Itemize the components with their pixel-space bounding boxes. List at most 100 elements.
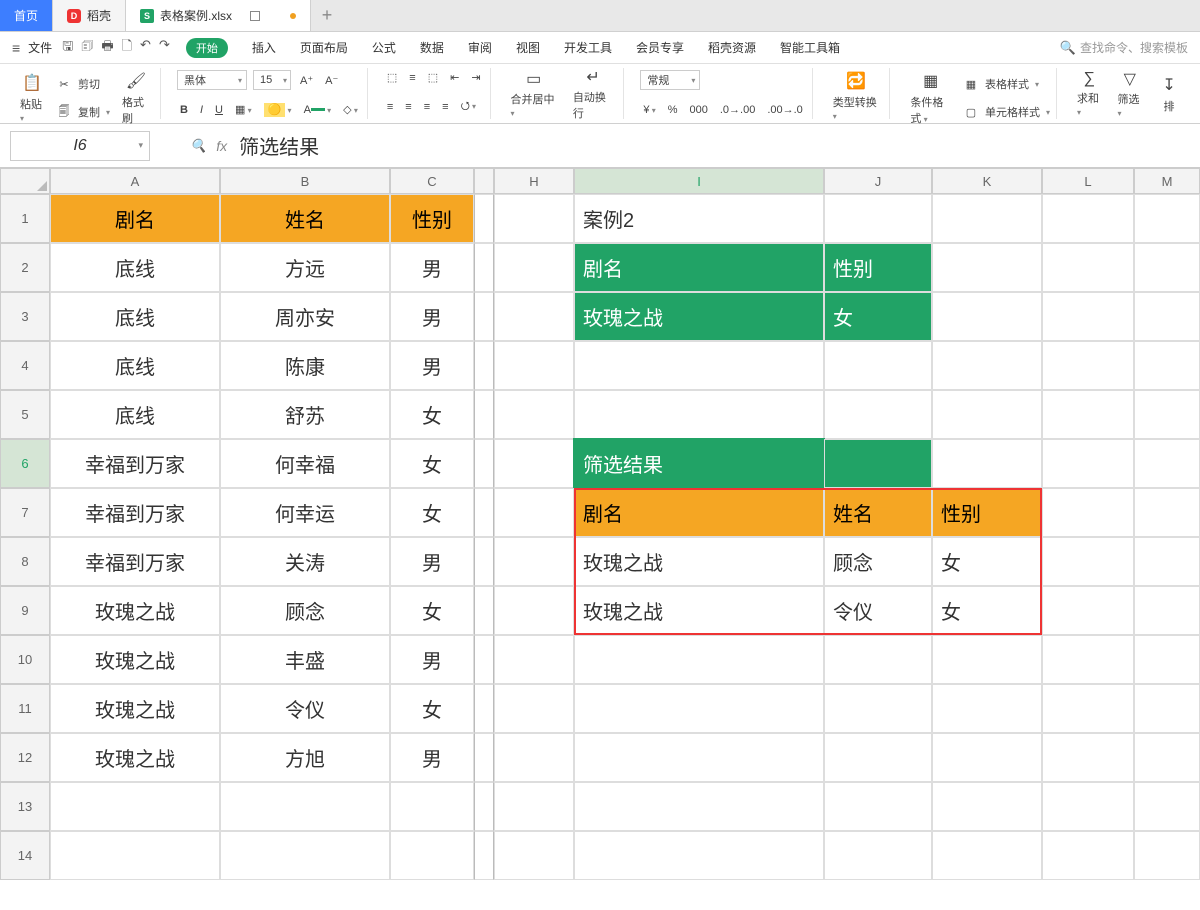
cell-M1[interactable] [1134,194,1200,243]
cell-A3[interactable]: 底线 [50,292,220,341]
table-style-button[interactable]: ▦表格样式 [963,76,1050,92]
cell-K6[interactable] [932,439,1042,488]
menu-vip[interactable]: 会员专享 [636,39,684,56]
col-header-J[interactable]: J [824,168,932,194]
row-header-6[interactable]: 6 [0,439,50,488]
align-right-button[interactable]: ≡ [421,100,433,114]
clear-format-button[interactable]: ◇ [340,102,361,117]
menu-res[interactable]: 稻壳资源 [708,39,756,56]
col-header-K[interactable]: K [932,168,1042,194]
cell-J4[interactable] [824,341,932,390]
cell-C14[interactable] [390,831,474,880]
align-top-button[interactable]: ⬚ [384,70,400,85]
cell-I3[interactable]: 玫瑰之战 [574,292,824,341]
col-header-L[interactable]: L [1042,168,1134,194]
cell-B3[interactable]: 周亦安 [220,292,390,341]
align-left-button[interactable]: ≡ [384,100,396,114]
cell-L10[interactable] [1042,635,1134,684]
cell-J3[interactable]: 女 [824,292,932,341]
cell-style-button[interactable]: ▢单元格样式 [963,104,1050,120]
cell-K12[interactable] [932,733,1042,782]
cell-L7[interactable] [1042,488,1134,537]
cell-K1[interactable] [932,194,1042,243]
row-header-9[interactable]: 9 [0,586,50,635]
row-header-10[interactable]: 10 [0,635,50,684]
cell-C1[interactable]: 性别 [390,194,474,243]
align-bottom-button[interactable]: ⬚ [425,70,441,85]
row-header-3[interactable]: 3 [0,292,50,341]
sort-button[interactable]: ↧排 [1154,70,1184,117]
cell-A10[interactable]: 玫瑰之战 [50,635,220,684]
cell-C8[interactable]: 男 [390,537,474,586]
cell-L12[interactable] [1042,733,1134,782]
fill-color-button[interactable]: 🟡 [261,102,295,117]
cell-A12[interactable]: 玫瑰之战 [50,733,220,782]
row-header-14[interactable]: 14 [0,831,50,880]
wrap-text-button[interactable]: ↵自动换行 [569,70,618,117]
print-icon[interactable]: 🖶 [101,37,113,59]
cell-L13[interactable] [1042,782,1134,831]
menu-review[interactable]: 审阅 [468,39,492,56]
cell-B10[interactable]: 丰盛 [220,635,390,684]
align-middle-button[interactable]: ≡ [406,71,418,85]
cell-C10[interactable]: 男 [390,635,474,684]
cell-L2[interactable] [1042,243,1134,292]
menu-view[interactable]: 视图 [516,39,540,56]
row-header-11[interactable]: 11 [0,684,50,733]
row-header-8[interactable]: 8 [0,537,50,586]
cell-B2[interactable]: 方远 [220,243,390,292]
command-search[interactable]: 🔍 查找命令、搜索模板 [1060,39,1188,56]
cell-A1[interactable]: 剧名 [50,194,220,243]
row-header-5[interactable]: 5 [0,390,50,439]
menu-insert[interactable]: 插入 [252,39,276,56]
cell-B12[interactable]: 方旭 [220,733,390,782]
orientation-button[interactable]: ⭯ [458,96,480,117]
cell-L5[interactable] [1042,390,1134,439]
inc-decimal-button[interactable]: .0→.00 [717,103,758,117]
grow-font-button[interactable]: A⁺ [297,73,316,88]
conditional-format-button[interactable]: ▦条件格式 [906,70,955,126]
cut-button[interactable]: ✂剪切 [56,76,110,92]
cell-J6[interactable] [824,439,932,488]
row-header-13[interactable]: 13 [0,782,50,831]
undo-icon[interactable]: ↶ [140,37,151,59]
cell-C9[interactable]: 女 [390,586,474,635]
cell-K2[interactable] [932,243,1042,292]
cell-C11[interactable]: 女 [390,684,474,733]
indent-inc-button[interactable]: ⇥ [468,70,483,85]
cell-I4[interactable] [574,341,824,390]
cell-M7[interactable] [1134,488,1200,537]
cell-J1[interactable] [824,194,932,243]
print-preview-icon[interactable]: 🗋 [122,37,132,59]
col-header-M[interactable]: M [1134,168,1200,194]
cell-B5[interactable]: 舒苏 [220,390,390,439]
name-box[interactable]: I6▾ [10,131,150,161]
menu-smart[interactable]: 智能工具箱 [780,39,840,56]
border-button[interactable]: ▦ [232,102,255,117]
number-format-select[interactable]: 常规▾ [640,70,700,90]
align-center-button[interactable]: ≡ [402,100,414,114]
tab-docker[interactable]: D稻壳 [53,0,126,31]
cell-M14[interactable] [1134,831,1200,880]
cell-M2[interactable] [1134,243,1200,292]
cell-I2[interactable]: 剧名 [574,243,824,292]
cell-C4[interactable]: 男 [390,341,474,390]
cell-L6[interactable] [1042,439,1134,488]
cell-A13[interactable] [50,782,220,831]
copy-button[interactable]: 🗐复制 [56,104,110,120]
cell-L9[interactable] [1042,586,1134,635]
col-header-B[interactable]: B [220,168,390,194]
cell-I7[interactable]: 剧名 [574,488,824,537]
paste-button[interactable]: 📋粘贴 [16,70,48,126]
menu-layout[interactable]: 页面布局 [300,39,348,56]
cell-L14[interactable] [1042,831,1134,880]
merge-center-button[interactable]: ▭合并居中 [507,70,561,117]
row-header-1[interactable]: 1 [0,194,50,243]
row-header-4[interactable]: 4 [0,341,50,390]
zoom-icon[interactable]: 🔍 [190,138,206,154]
cell-H3[interactable] [494,292,574,341]
cell-A6[interactable]: 幸福到万家 [50,439,220,488]
cell-H8[interactable] [494,537,574,586]
cell-M6[interactable] [1134,439,1200,488]
hamburger-icon[interactable]: ≡ [12,40,20,56]
